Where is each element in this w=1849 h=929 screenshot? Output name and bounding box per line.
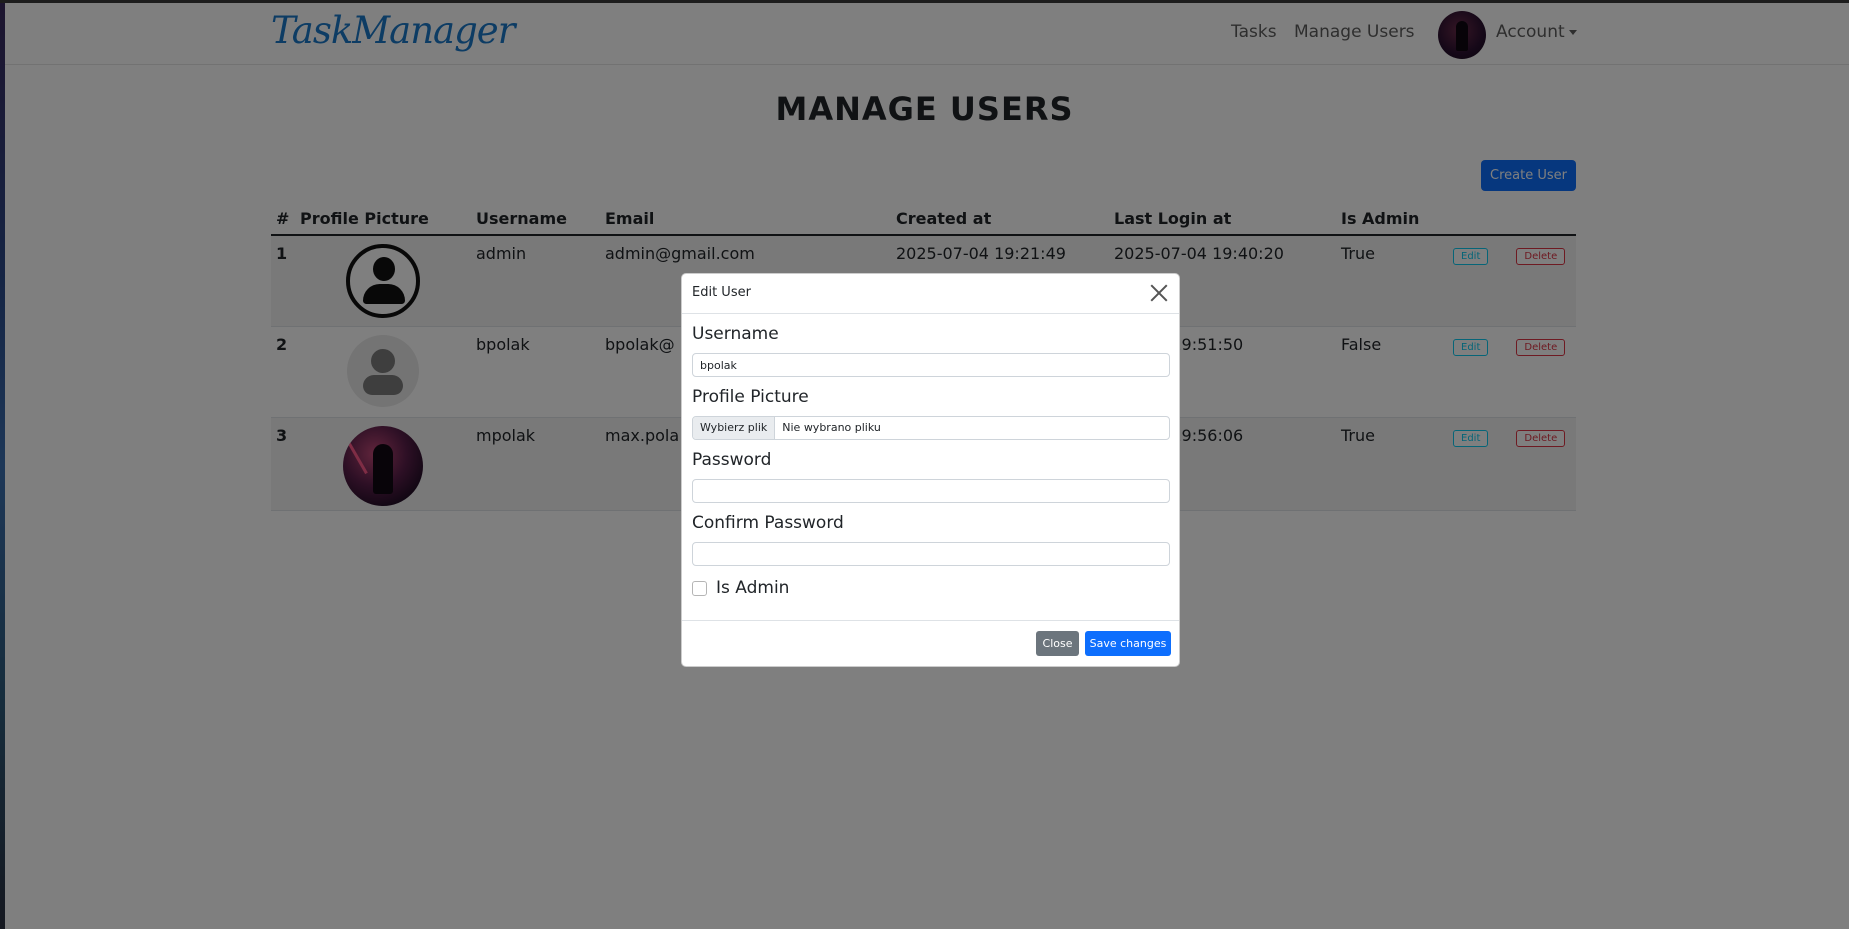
close-icon[interactable]	[1147, 281, 1171, 305]
profile-picture-label: Profile Picture	[692, 387, 809, 407]
is-admin-label: Is Admin	[716, 578, 790, 598]
profile-picture-file-input[interactable]: Wybierz plik Nie wybrano pliku	[692, 416, 1170, 440]
modal-title: Edit User	[692, 285, 751, 300]
password-input[interactable]	[692, 479, 1170, 503]
close-button[interactable]: Close	[1036, 631, 1079, 656]
username-label: Username	[692, 324, 779, 344]
password-label: Password	[692, 450, 772, 470]
is-admin-checkbox[interactable]	[692, 580, 707, 596]
modal-header: Edit User	[682, 274, 1179, 314]
is-admin-row: Is Admin	[692, 578, 1169, 598]
modal-footer: Close Save changes	[682, 620, 1179, 666]
save-changes-button[interactable]: Save changes	[1085, 631, 1171, 656]
choose-file-button[interactable]: Wybierz plik	[693, 417, 776, 439]
confirm-password-input[interactable]	[692, 542, 1170, 566]
username-input[interactable]	[692, 353, 1170, 377]
edit-user-modal: Edit User Username Profile Picture Wybie…	[681, 273, 1180, 667]
modal-body: Username Profile Picture Wybierz plik Ni…	[682, 324, 1179, 598]
confirm-password-label: Confirm Password	[692, 513, 844, 533]
file-name-text: Nie wybrano pliku	[782, 421, 881, 434]
